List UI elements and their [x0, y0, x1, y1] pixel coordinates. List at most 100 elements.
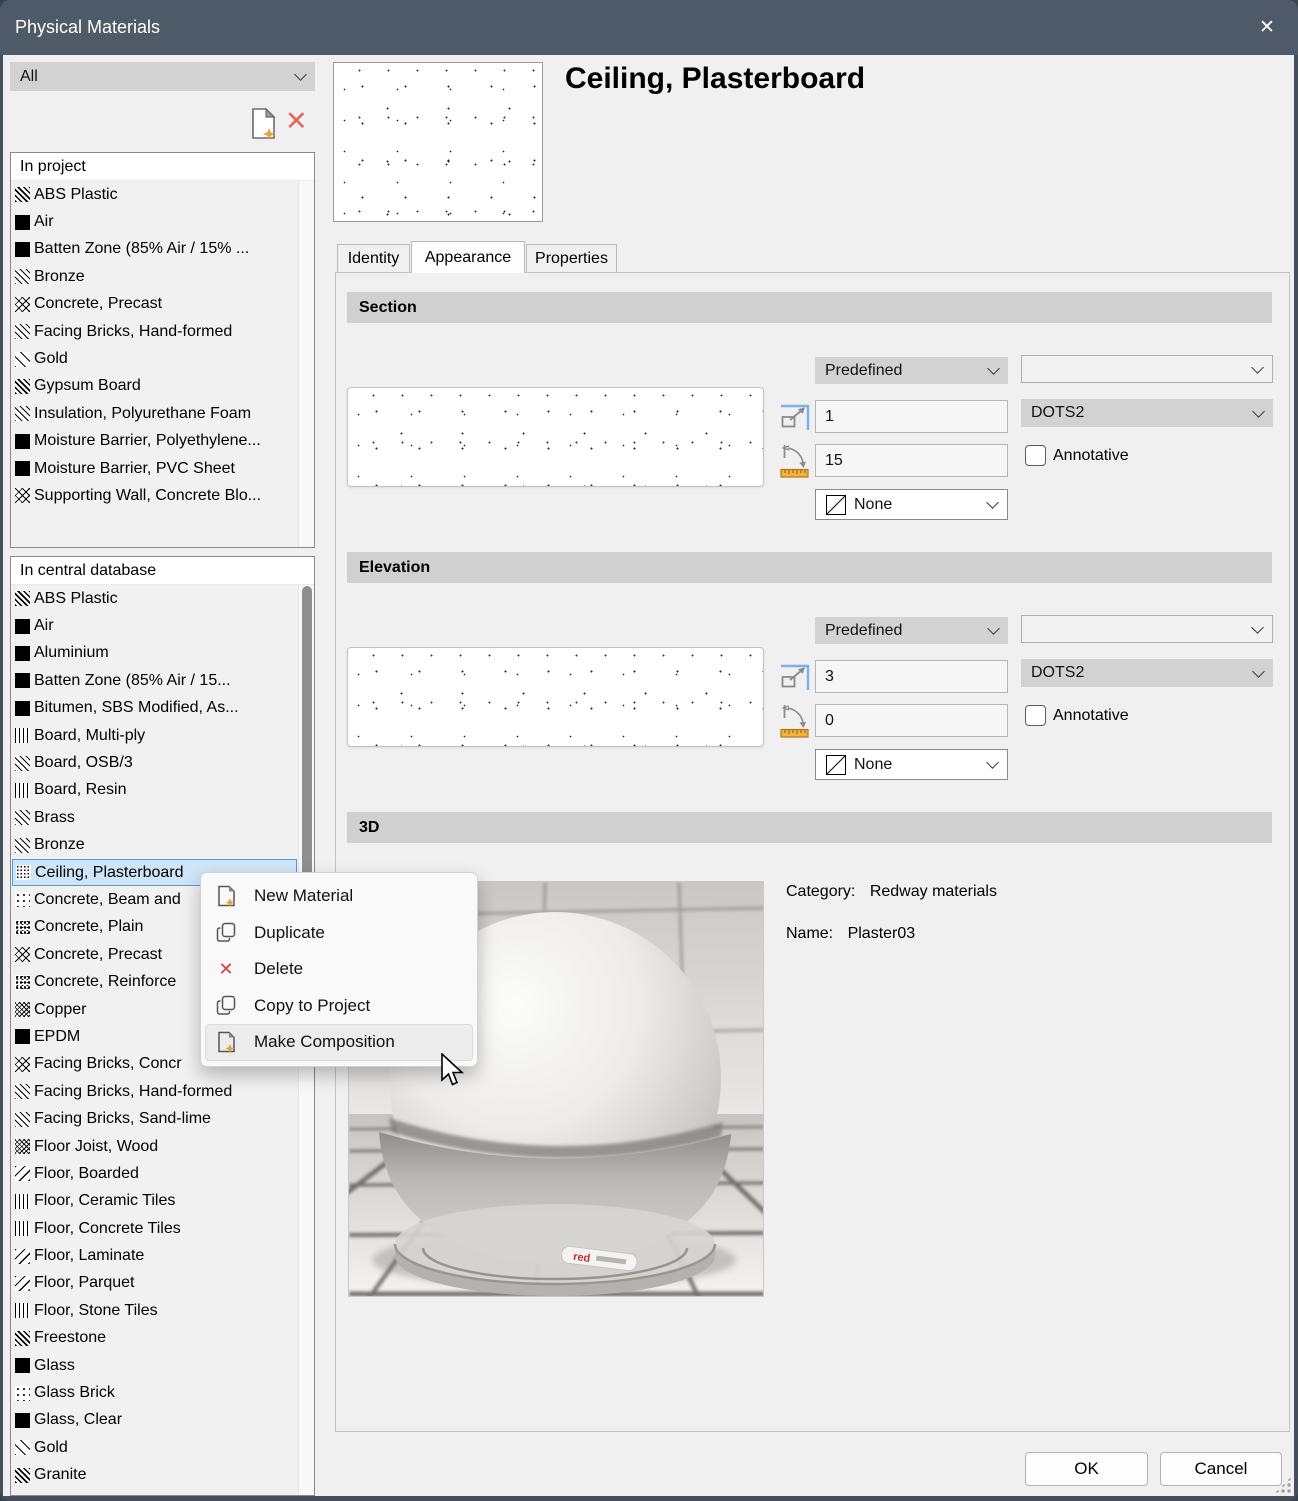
tab-identity[interactable]: Identity — [337, 244, 410, 272]
section-color-dropdown[interactable]: None — [815, 489, 1008, 520]
chevron-down-icon — [987, 622, 1000, 635]
list-item[interactable]: Gravel — [12, 1489, 297, 1496]
list-item[interactable]: Board, Resin — [12, 777, 297, 804]
cancel-button[interactable]: Cancel — [1160, 1452, 1282, 1486]
list-item[interactable]: Moisture Barrier, Polyethylene... — [12, 428, 297, 455]
material-swatch-icon — [15, 1413, 30, 1428]
list-item[interactable]: Floor, Laminate — [12, 1242, 297, 1269]
section-annotative-checkbox[interactable] — [1025, 445, 1046, 466]
list-item[interactable]: Floor, Boarded — [12, 1160, 297, 1187]
material-swatch-icon — [15, 783, 30, 798]
list-item[interactable]: Brass — [12, 804, 297, 831]
list-item[interactable]: Floor Joist, Wood — [12, 1133, 297, 1160]
chevron-down-icon — [1251, 361, 1264, 374]
menu-item[interactable]: ✕ Delete — [205, 951, 473, 988]
menu-item[interactable]: Duplicate — [205, 915, 473, 952]
list-item[interactable]: Bronze — [12, 832, 297, 859]
material-swatch-icon — [15, 1112, 30, 1127]
list-item[interactable]: Moisture Barrier, PVC Sheet — [12, 455, 297, 482]
new-material-icon — [250, 107, 277, 140]
material-swatch-icon — [15, 352, 30, 367]
list-item[interactable]: Concrete, Precast — [12, 291, 297, 318]
list-item[interactable]: Floor, Concrete Tiles — [12, 1215, 297, 1242]
material-swatch-icon — [15, 673, 30, 688]
menu-item[interactable]: New Material — [205, 878, 473, 915]
list-item[interactable]: Facing Bricks, Sand-lime — [12, 1105, 297, 1132]
menu-item[interactable]: Make Composition — [205, 1024, 473, 1061]
in-project-header: In project — [11, 153, 314, 181]
list-item[interactable]: Supporting Wall, Concrete Blo... — [12, 482, 297, 509]
section-hatch-type-dropdown[interactable]: Predefined — [815, 357, 1008, 384]
list-item[interactable]: Air — [12, 612, 297, 639]
material-swatch-icon — [15, 215, 30, 230]
list-item[interactable]: Bronze — [12, 263, 297, 290]
in-project-list: In project ABS Plastic Air Batten Zone (… — [10, 152, 315, 548]
material-swatch-icon — [15, 947, 30, 962]
section-pattern-dropdown[interactable]: DOTS2 — [1021, 399, 1273, 427]
list-item[interactable]: Glass, Clear — [12, 1407, 297, 1434]
list-item[interactable]: ABS Plastic — [12, 181, 297, 208]
material-swatch-icon — [15, 701, 30, 716]
elevation-annotative-checkbox[interactable] — [1025, 705, 1046, 726]
list-item[interactable]: Aluminium — [12, 640, 297, 667]
tab-properties[interactable]: Properties — [526, 244, 617, 272]
list-item[interactable]: Facing Bricks, Hand-formed — [12, 318, 297, 345]
material-swatch-icon — [15, 1303, 30, 1318]
section-angle-input[interactable] — [815, 444, 1008, 477]
section-annotative-label: Annotative — [1053, 447, 1129, 465]
mouse-cursor — [440, 1053, 465, 1092]
material-filter-dropdown[interactable]: All — [10, 62, 315, 91]
material-swatch-icon — [15, 1029, 30, 1044]
title-bar[interactable]: Physical Materials ✕ — [0, 0, 1298, 55]
new-material-button[interactable] — [250, 107, 277, 145]
section-pattern-picker-dropdown[interactable] — [1021, 355, 1273, 383]
material-swatch-icon — [15, 1057, 30, 1072]
material-swatch-icon — [15, 1440, 30, 1455]
context-menu: New Material Duplicate ✕ Delete Copy to … — [200, 872, 478, 1067]
delete-icon: ✕ — [218, 959, 233, 980]
list-item[interactable]: Floor, Stone Tiles — [12, 1297, 297, 1324]
material-swatch-icon — [15, 646, 30, 661]
chevron-down-icon — [1252, 405, 1265, 418]
category-value: Redway materials — [870, 883, 997, 900]
list-item[interactable]: Bitumen, SBS Modified, As... — [12, 695, 297, 722]
3d-group-header: 3D — [347, 812, 1272, 843]
elevation-color-dropdown[interactable]: None — [815, 749, 1008, 780]
list-item[interactable]: Insulation, Polyurethane Foam — [12, 400, 297, 427]
list-item[interactable]: Glass — [12, 1352, 297, 1379]
list-item[interactable]: Floor, Parquet — [12, 1270, 297, 1297]
list-item[interactable]: Board, OSB/3 — [12, 749, 297, 776]
list-item[interactable]: Air — [12, 208, 297, 235]
scrollbar-track[interactable] — [298, 181, 314, 547]
list-item[interactable]: Gypsum Board — [12, 373, 297, 400]
material-swatch-icon — [15, 892, 30, 907]
delete-material-button[interactable]: ✕ — [285, 106, 308, 137]
physical-materials-dialog: Physical Materials ✕ All ✕ In project AB… — [0, 0, 1298, 1501]
elevation-angle-input[interactable] — [815, 704, 1008, 737]
list-item[interactable]: ABS Plastic — [12, 585, 297, 612]
close-icon[interactable]: ✕ — [1250, 12, 1284, 42]
angle-icon — [780, 443, 809, 483]
menu-item[interactable]: Copy to Project — [205, 988, 473, 1025]
list-item[interactable]: Batten Zone (85% Air / 15% ... — [12, 236, 297, 263]
elevation-pattern-dropdown[interactable]: DOTS2 — [1021, 659, 1273, 687]
elevation-scale-input[interactable] — [815, 660, 1008, 693]
material-swatch-icon — [15, 1331, 30, 1346]
material-swatch-icon — [15, 187, 30, 202]
elevation-hatch-type-dropdown[interactable]: Predefined — [815, 617, 1008, 644]
material-swatch-icon — [15, 920, 30, 935]
section-scale-input[interactable] — [815, 400, 1008, 433]
elevation-pattern-picker-dropdown[interactable] — [1021, 615, 1273, 643]
list-item[interactable]: Gold — [12, 345, 297, 372]
tab-appearance[interactable]: Appearance — [411, 241, 525, 273]
section-hatch-preview — [347, 387, 764, 487]
list-item[interactable]: Granite — [12, 1462, 297, 1489]
list-item[interactable]: Freestone — [12, 1325, 297, 1352]
list-item[interactable]: Gold — [12, 1434, 297, 1461]
list-item[interactable]: Floor, Ceramic Tiles — [12, 1188, 297, 1215]
list-item[interactable]: Facing Bricks, Hand-formed — [12, 1078, 297, 1105]
ok-button[interactable]: OK — [1025, 1452, 1148, 1486]
list-item[interactable]: Batten Zone (85% Air / 15... — [12, 667, 297, 694]
list-item[interactable]: Board, Multi-ply — [12, 722, 297, 749]
list-item[interactable]: Glass Brick — [12, 1379, 297, 1406]
